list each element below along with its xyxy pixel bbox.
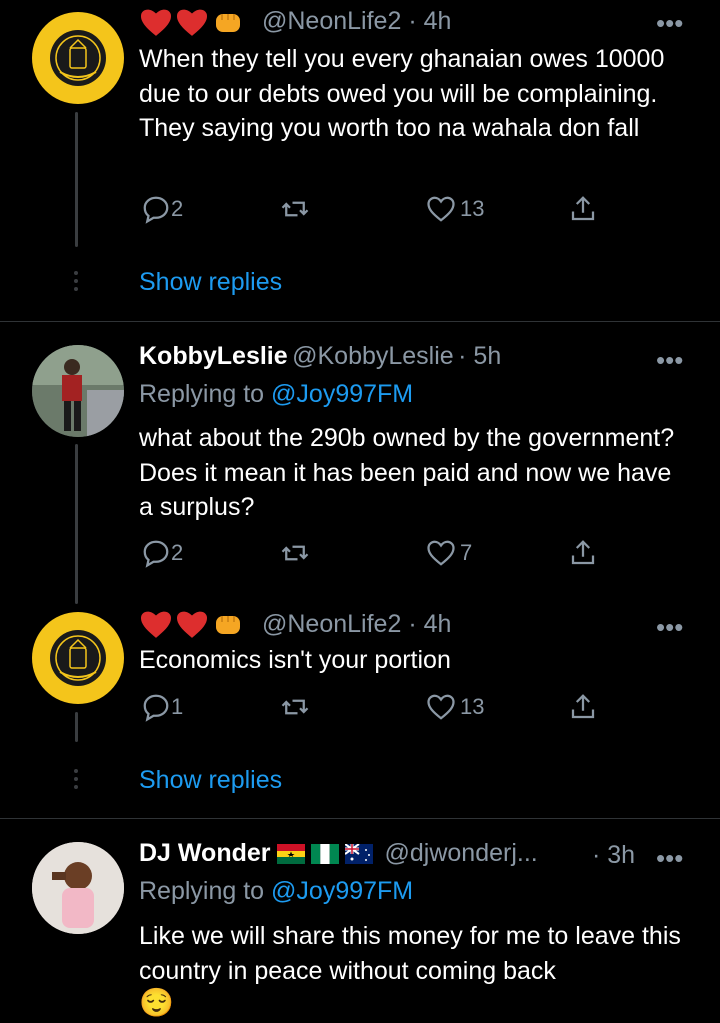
emoji-hearts xyxy=(139,6,245,38)
tweet-time: · 3h xyxy=(592,841,636,869)
thread-line xyxy=(75,444,78,604)
share-icon xyxy=(571,196,595,221)
retweet-button[interactable] xyxy=(280,692,310,722)
replying-to: Replying to @Joy997FM xyxy=(139,380,414,408)
tweet-header: DJ Wonder @djwonderj... xyxy=(139,839,538,868)
retweet-icon xyxy=(281,699,309,715)
retweet-icon xyxy=(281,545,309,561)
heart-emoji-icon xyxy=(176,611,208,638)
tweet-text: Economics isn't your portion xyxy=(139,646,451,674)
display-name[interactable]: DJ Wonder xyxy=(139,839,271,868)
crest-logo-icon xyxy=(50,630,106,686)
heart-emoji-icon xyxy=(140,9,172,36)
more-icon[interactable]: ••• xyxy=(656,612,683,643)
reply-count: 1 xyxy=(171,694,184,719)
fist-emoji-icon xyxy=(216,616,240,634)
share-button[interactable] xyxy=(568,194,598,224)
like-icon xyxy=(427,196,455,222)
profile-photo-icon xyxy=(32,345,124,437)
reply-icon xyxy=(143,694,169,722)
like-count: 7 xyxy=(460,540,473,565)
replying-to: Replying to @Joy997FM xyxy=(139,877,414,905)
ghana-flag-icon xyxy=(276,843,305,864)
thread-line xyxy=(75,112,78,247)
tweet-handle[interactable]: @KobbyLeslie xyxy=(292,342,454,370)
like-count: 13 xyxy=(460,196,485,221)
share-button[interactable] xyxy=(568,692,598,722)
tweet-handle[interactable]: @djwonderj... xyxy=(385,839,538,868)
show-replies-link[interactable]: Show replies xyxy=(139,766,282,795)
divider xyxy=(0,321,720,322)
emoji-hearts xyxy=(139,608,245,640)
avatar-kobbyleslie[interactable] xyxy=(32,345,124,437)
more-icon[interactable]: ••• xyxy=(656,345,683,376)
like-count: 13 xyxy=(460,694,485,719)
retweet-icon xyxy=(281,201,309,217)
share-icon xyxy=(571,694,595,719)
avatar-djwonder[interactable] xyxy=(32,842,124,934)
like-button[interactable]: 13 xyxy=(426,194,484,224)
share-icon xyxy=(571,540,595,565)
like-icon xyxy=(427,540,455,566)
avatar-neonlife2[interactable] xyxy=(32,12,124,104)
tweet-text: When they tell you every ghanaian owes 1… xyxy=(139,45,665,142)
tweet-time: · 4h xyxy=(408,610,452,638)
reply-icon xyxy=(143,196,169,224)
reply-button[interactable]: 2 xyxy=(141,538,183,568)
more-icon[interactable]: ••• xyxy=(656,843,683,874)
thread-line xyxy=(75,712,78,742)
retweet-button[interactable] xyxy=(280,538,310,568)
reply-count: 2 xyxy=(171,540,184,565)
replying-to-link[interactable]: @Joy997FM xyxy=(271,380,413,408)
nigeria-flag-icon xyxy=(310,843,339,864)
relieved-face-icon: 😌 xyxy=(139,987,174,1018)
more-icon[interactable]: ••• xyxy=(656,8,683,39)
heart-emoji-icon xyxy=(176,9,208,36)
tweet-text: Like we will share this money for me to … xyxy=(139,922,681,985)
heart-emoji-icon xyxy=(140,611,172,638)
tweet-header: KobbyLeslie @KobbyLeslie · 5h xyxy=(139,342,501,371)
like-button[interactable]: 13 xyxy=(426,692,484,722)
reply-button[interactable]: 1 xyxy=(141,692,183,722)
reply-count: 2 xyxy=(171,196,184,221)
like-icon xyxy=(427,694,455,720)
like-button[interactable]: 7 xyxy=(426,538,472,568)
show-replies-link[interactable]: Show replies xyxy=(139,268,282,297)
replying-to-link[interactable]: @Joy997FM xyxy=(271,877,413,905)
crest-logo-icon xyxy=(50,30,106,86)
reply-icon xyxy=(143,540,169,568)
reply-button[interactable]: 2 xyxy=(141,194,183,224)
tweet-time: · 4h xyxy=(408,7,452,35)
australia-flag-icon xyxy=(344,843,373,864)
tweet-handle[interactable]: @NeonLife2 · 4h xyxy=(262,7,451,36)
fist-emoji-icon xyxy=(216,14,240,32)
divider xyxy=(0,818,720,819)
avatar-neonlife2[interactable] xyxy=(32,612,124,704)
thread-dots-icon xyxy=(74,769,78,793)
share-button[interactable] xyxy=(568,538,598,568)
profile-photo-icon xyxy=(32,842,124,934)
tweet-handle[interactable]: @NeonLife2 · 4h xyxy=(262,610,451,639)
tweet-text: what about the 290b owned by the governm… xyxy=(139,424,675,521)
tweet-time: · 5h xyxy=(458,342,502,370)
retweet-button[interactable] xyxy=(280,194,310,224)
display-name[interactable]: KobbyLeslie xyxy=(139,342,288,370)
thread-dots-icon xyxy=(74,271,78,295)
